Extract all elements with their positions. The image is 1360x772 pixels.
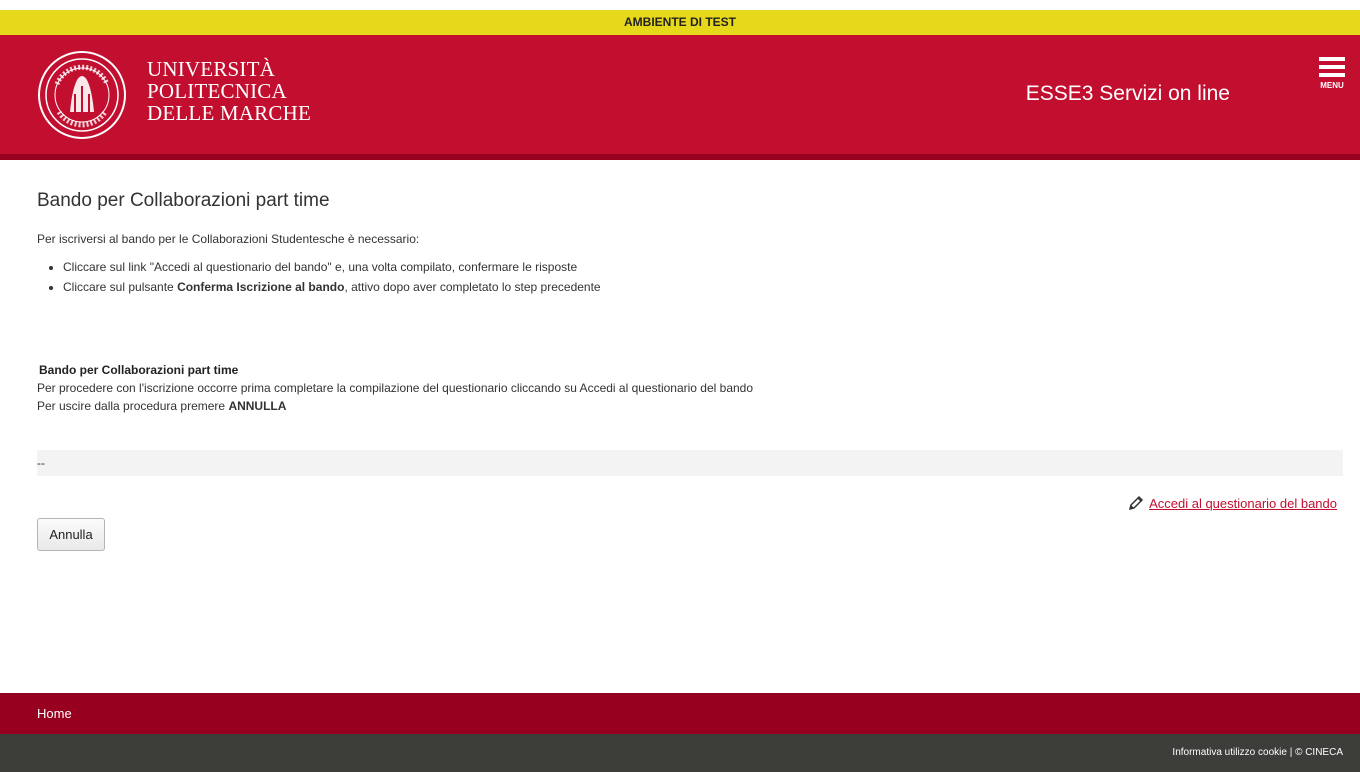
procedure-box: Bando per Collaborazioni part time Per p… <box>37 363 1343 417</box>
top-strip <box>0 0 1360 10</box>
footer-home-link[interactable]: Home <box>37 706 72 721</box>
menu-button[interactable]: MENU <box>1314 57 1350 101</box>
university-name[interactable]: UNIVERSITÀ POLITECNICA DELLE MARCHE <box>147 58 311 124</box>
university-name-line3: DELLE MARCHE <box>147 101 311 125</box>
footer-legal: Informativa utilizzo cookie | © CINECA <box>0 734 1360 772</box>
university-seal-logo[interactable] <box>37 50 127 140</box>
intro-text: Per iscriversi al bando per le Collabora… <box>37 232 420 246</box>
box-title: Bando per Collaborazioni part time <box>39 363 239 377</box>
footer-legal-text[interactable]: Informativa utilizzo cookie | © CINECA <box>1172 747 1343 758</box>
box-instruction: Per procedere con l'iscrizione occorre p… <box>37 381 754 395</box>
hamburger-icon <box>1314 57 1350 77</box>
step-item: Cliccare sul link "Accedi al questionari… <box>63 260 1343 274</box>
questionnaire-link[interactable]: Accedi al questionario del bando <box>1149 496 1337 511</box>
site-header: UNIVERSITÀ POLITECNICA DELLE MARCHE ESSE… <box>0 35 1360 160</box>
questionnaire-link-row: Accedi al questionario del bando <box>1127 494 1337 512</box>
footer-nav: Home <box>0 693 1360 734</box>
step-text: , attivo dopo aver completato lo step pr… <box>344 280 601 294</box>
step-item: Cliccare sul pulsante Conferma Iscrizion… <box>63 280 1343 294</box>
university-name-line2: POLITECNICA <box>147 79 287 103</box>
test-environment-banner: AMBIENTE DI TEST <box>0 10 1360 35</box>
page-title: Bando per Collaborazioni part time <box>37 190 330 211</box>
step-text: Cliccare sul pulsante <box>63 280 178 294</box>
box-exit-text: Per uscire dalla procedura premere <box>37 399 229 413</box>
university-name-line1: UNIVERSITÀ <box>147 57 275 81</box>
menu-label: MENU <box>1320 81 1344 90</box>
box-exit-instruction: Per uscire dalla procedura premere ANNUL… <box>37 399 1343 413</box>
placeholder-row: -- <box>37 450 1343 476</box>
cancel-button[interactable]: Annulla <box>37 518 105 551</box>
pencil-icon <box>1129 495 1144 511</box>
service-title: ESSE3 Servizi on line <box>1025 82 1230 105</box>
main-content: Bando per Collaborazioni part time Per i… <box>37 190 1343 300</box>
steps-list: Cliccare sul link "Accedi al questionari… <box>37 260 1343 294</box>
step-text-bold: Conferma Iscrizione al bando <box>177 280 345 294</box>
box-exit-bold: ANNULLA <box>228 399 287 413</box>
